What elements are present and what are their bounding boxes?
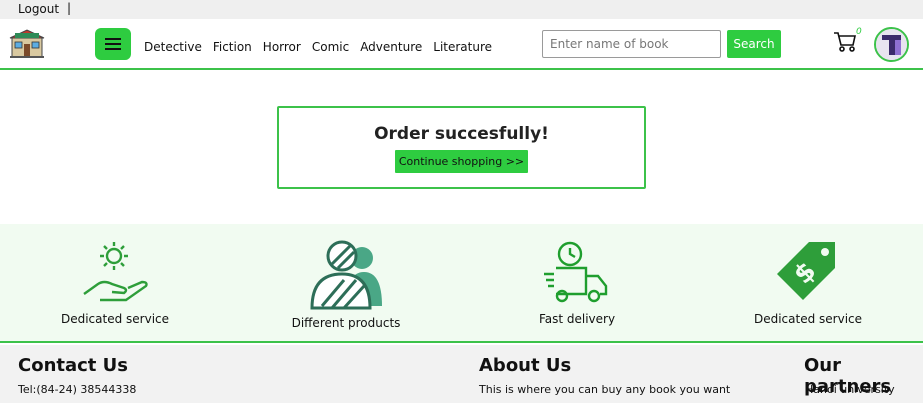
- continue-shopping-button[interactable]: Continue shopping >>: [394, 150, 529, 173]
- order-success-panel: Order succesfully! Continue shopping >>: [277, 106, 646, 189]
- menu-line-icon: [105, 38, 121, 40]
- nav-detective[interactable]: Detective: [144, 40, 202, 54]
- users-icon: [310, 240, 382, 310]
- service-label: Dedicated service: [60, 312, 170, 326]
- nav-fiction[interactable]: Fiction: [213, 40, 252, 54]
- service-item: Dedicated service: [25, 224, 205, 326]
- services-section: Dedicated service Different products Fas…: [0, 224, 923, 343]
- partner-item[interactable]: Hanoi university: [805, 383, 895, 396]
- logout-link[interactable]: Logout: [18, 2, 59, 16]
- search-input[interactable]: [542, 30, 721, 58]
- avatar[interactable]: [874, 27, 909, 62]
- service-item: Different products: [256, 224, 436, 330]
- price-tag-icon: $: [777, 242, 835, 300]
- hand-gear-icon: [83, 242, 148, 302]
- service-label: Dedicated service: [753, 312, 863, 326]
- cart-count-badge: 0: [856, 27, 862, 37]
- service-label: Fast delivery: [538, 312, 616, 326]
- nav-adventure[interactable]: Adventure: [360, 40, 422, 54]
- nav-comic[interactable]: Comic: [312, 40, 349, 54]
- service-label: Different products: [291, 316, 401, 330]
- hamburger-menu-button[interactable]: [95, 28, 131, 60]
- contact-heading: Contact Us: [18, 355, 129, 376]
- cart-icon[interactable]: [833, 31, 857, 53]
- menu-line-icon: [105, 48, 121, 50]
- service-item: $ Dedicated service: [718, 224, 898, 326]
- site-header: Detective Fiction Horror Comic Adventure…: [0, 19, 923, 70]
- top-bar-separator: |: [67, 1, 72, 15]
- contact-phone: Tel:(84-24) 38544338: [18, 383, 137, 396]
- category-nav: Detective Fiction Horror Comic Adventure…: [144, 40, 492, 54]
- bookstore-logo-icon[interactable]: [9, 29, 45, 59]
- delivery-truck-icon: [544, 241, 608, 303]
- about-heading: About Us: [479, 355, 572, 376]
- about-text: This is where you can buy any book you w…: [479, 383, 731, 396]
- search-button[interactable]: Search: [727, 30, 781, 58]
- order-success-title: Order succesfully!: [374, 124, 549, 144]
- nav-horror[interactable]: Horror: [263, 40, 301, 54]
- top-bar: Logout |: [0, 0, 923, 19]
- menu-line-icon: [105, 43, 121, 45]
- nav-literature[interactable]: Literature: [433, 40, 492, 54]
- site-footer: Contact Us Tel:(84-24) 38544338 About Us…: [0, 345, 923, 403]
- service-item: Fast delivery: [487, 224, 667, 326]
